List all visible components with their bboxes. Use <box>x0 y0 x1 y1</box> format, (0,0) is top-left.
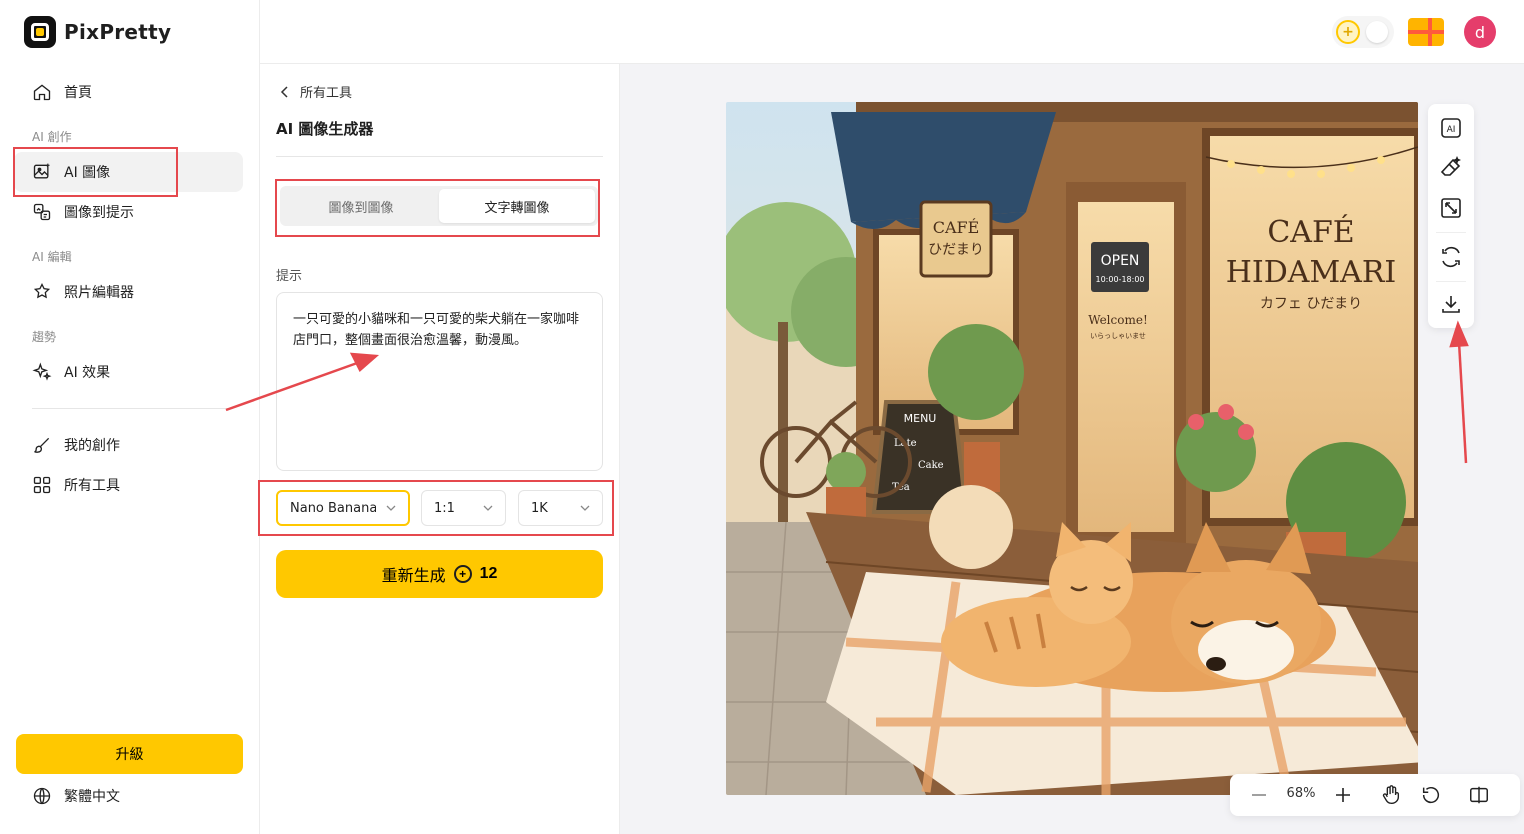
resolution-value: 1K <box>531 500 548 516</box>
window-line2: HIDAMARI <box>1226 255 1397 290</box>
zoom-bar: 68% <box>1230 774 1520 816</box>
sidebar-item-label: AI 效果 <box>64 365 111 381</box>
toggle-knob <box>1366 21 1388 43</box>
mode-tabs: 圖像到圖像 文字轉圖像 <box>280 186 598 226</box>
sidebar-item-label: 圖像到提示 <box>64 205 134 221</box>
sidebar-item-label: 照片編輯器 <box>64 285 134 301</box>
zoom-out-icon[interactable] <box>1248 784 1270 806</box>
toolbar-divider <box>1436 281 1466 282</box>
regenerate-button[interactable]: 重新生成 + 12 <box>276 550 603 598</box>
sidebar-item-label: 我的創作 <box>64 438 120 454</box>
ai-enhance-icon[interactable]: AI <box>1439 116 1463 140</box>
prompt-input[interactable]: 一只可愛的小貓咪和一只可愛的柴犬躺在一家咖啡店門口，整個畫面很治愈溫馨，動漫風。 <box>276 292 603 471</box>
zoom-level: 68% <box>1286 786 1316 801</box>
ratio-select[interactable]: 1:1 <box>421 490 506 526</box>
sidebar-item-all-tools[interactable]: 所有工具 <box>14 465 243 505</box>
toolbar-divider <box>1436 232 1466 233</box>
avatar[interactable]: d <box>1464 16 1496 48</box>
brush-icon <box>34 437 50 453</box>
small-sign-line2: ひだまり <box>928 242 984 258</box>
sidebar-item-ai-effects[interactable]: AI 效果 <box>14 352 243 392</box>
compare-icon[interactable] <box>1468 784 1490 806</box>
hand-icon[interactable] <box>1380 784 1402 806</box>
globe-icon <box>33 787 51 805</box>
eraser-icon[interactable] <box>1439 156 1463 180</box>
sidebar-item-label: 首頁 <box>64 85 92 101</box>
generated-image[interactable]: CAFÉ ひだまり OPEN 10:00-18:00 Welcome! いらっし… <box>726 102 1418 795</box>
menu-item-2: Cake <box>918 460 944 471</box>
chevron-down-icon <box>483 505 493 511</box>
cafe-illustration: CAFÉ ひだまり OPEN 10:00-18:00 Welcome! いらっし… <box>726 102 1418 795</box>
image-to-prompt-icon <box>33 203 51 221</box>
prompt-label: 提示 <box>276 269 303 284</box>
regenerate-label: 重新生成 <box>381 568 446 585</box>
back-to-all-tools[interactable]: 所有工具 <box>280 82 352 101</box>
sparkles-icon <box>32 362 52 381</box>
small-sign-line1: CAFÉ <box>933 217 980 237</box>
tab-text-to-image[interactable]: 文字轉圖像 <box>439 189 595 223</box>
welcome-text: Welcome! <box>1088 313 1148 327</box>
language-selector[interactable]: 繁體中文 <box>32 786 120 806</box>
welcome-jp: いらっしゃいませ <box>1090 332 1146 340</box>
section-label-trend: 趨勢 <box>32 330 57 344</box>
sidebar-divider <box>32 408 228 409</box>
canvas-area: CAFÉ ひだまり OPEN 10:00-18:00 Welcome! いらっし… <box>620 64 1524 834</box>
photo-editor-icon <box>33 283 51 299</box>
chevron-down-icon <box>386 505 396 511</box>
credit-plus-icon: + <box>453 565 472 583</box>
panel-divider <box>276 156 603 157</box>
grid-icon <box>33 476 51 494</box>
open-hours: 10:00-18:00 <box>1096 275 1145 284</box>
logo[interactable]: PixPretty <box>24 16 171 48</box>
gift-icon[interactable] <box>1408 18 1444 46</box>
sidebar-item-image-to-prompt[interactable]: 圖像到提示 <box>14 192 243 232</box>
image-sparkle-icon <box>33 163 50 179</box>
language-label: 繁體中文 <box>64 789 120 805</box>
model-select[interactable]: Nano Banana <box>276 490 410 526</box>
expand-icon[interactable] <box>1439 196 1463 220</box>
chevron-down-icon <box>580 505 590 511</box>
section-label-create: AI 創作 <box>32 130 72 144</box>
sidebar: PixPretty 首頁 AI 創作 AI 圖像 圖像到提示 AI 編輯 照片編… <box>0 0 260 834</box>
sidebar-item-home[interactable]: 首頁 <box>14 72 243 112</box>
regenerate-cost: 12 <box>479 565 498 582</box>
tab-image-to-image[interactable]: 圖像到圖像 <box>283 189 439 223</box>
sidebar-item-my-creations[interactable]: 我的創作 <box>14 425 243 465</box>
tool-panel: 所有工具 AI 圖像生成器 圖像到圖像 文字轉圖像 提示 一只可愛的小貓咪和一只… <box>260 64 620 834</box>
zoom-in-icon[interactable] <box>1332 784 1354 806</box>
app-name: PixPretty <box>64 20 172 44</box>
window-line1: CAFÉ <box>1267 214 1354 250</box>
model-value: Nano Banana <box>290 500 376 516</box>
credit-coin-icon: + <box>1336 20 1360 44</box>
undo-icon[interactable] <box>1420 784 1442 806</box>
window-line3: カフェ ひだまり <box>1260 296 1362 312</box>
sidebar-item-label: AI 圖像 <box>64 165 111 181</box>
refresh-icon[interactable] <box>1439 245 1463 269</box>
upgrade-button[interactable]: 升級 <box>16 734 243 774</box>
sidebar-item-label: 所有工具 <box>64 478 120 494</box>
page-title: AI 圖像生成器 <box>276 120 374 138</box>
home-icon <box>33 84 51 101</box>
chevron-left-icon <box>280 85 288 98</box>
section-label-edit: AI 編輯 <box>32 250 72 264</box>
top-bar: + d <box>260 0 1524 64</box>
menu-title: MENU <box>904 412 937 425</box>
open-sign: OPEN <box>1101 253 1140 269</box>
image-toolbar: AI <box>1428 104 1474 328</box>
logo-icon <box>24 16 56 48</box>
back-label: 所有工具 <box>300 86 353 101</box>
sidebar-item-ai-image[interactable]: AI 圖像 <box>14 152 243 192</box>
download-icon[interactable] <box>1439 292 1463 316</box>
sidebar-item-photo-editor[interactable]: 照片編輯器 <box>14 272 243 312</box>
credits-toggle[interactable]: + <box>1332 16 1394 48</box>
svg-text:AI: AI <box>1447 125 1456 135</box>
ratio-value: 1:1 <box>434 500 455 516</box>
resolution-select[interactable]: 1K <box>518 490 603 526</box>
